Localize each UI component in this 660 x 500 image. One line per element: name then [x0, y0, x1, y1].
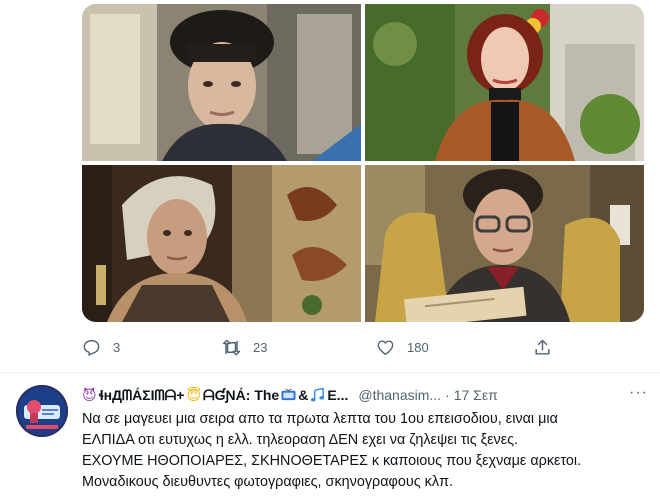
reply-count: 3 [113, 339, 121, 355]
photo-woman-glasses-reading[interactable] [365, 165, 644, 322]
separator-dot: · [445, 387, 450, 403]
reply-button[interactable]: 3 [82, 338, 120, 357]
more-options-button[interactable]: ··· [629, 384, 648, 402]
photo-woman-headscarf-interior[interactable] [82, 165, 361, 322]
television-icon [281, 388, 296, 401]
retweet-button[interactable]: 23 [222, 338, 267, 357]
display-name-part3: & [298, 387, 309, 403]
like-button[interactable]: 180 [376, 338, 429, 357]
tweet-actions-bar: 3 23 180 [82, 333, 644, 361]
photo-woman-brown-coat-garden[interactable] [365, 4, 644, 161]
tweet-text-line: Να σε μαγευει μια σειρα απο τα πρωτα λεπ… [82, 411, 558, 427]
retweet-count: 23 [253, 339, 268, 355]
photo-woman-dark-hair-portrait[interactable] [82, 4, 361, 161]
smiling-devil-icon: 😈 [82, 386, 97, 403]
musical-notes-icon [311, 388, 325, 402]
like-count: 180 [407, 339, 429, 355]
display-name-part4: E... [327, 387, 349, 403]
share-icon [535, 339, 550, 355]
avatar[interactable] [16, 385, 68, 437]
heart-icon [377, 339, 394, 355]
retweet-icon [222, 339, 241, 355]
tweet-text: Να σε μαγευει μια σειρα απο τα πρωτα λεπ… [82, 409, 652, 493]
tweet-text-line: ΕΛΠΙΔΑ οτι ευτυχως η ελλ. τηλεοραση ΔΕΝ … [82, 432, 519, 448]
reply-icon [83, 339, 100, 356]
tweet-text-line: Μοναδικους διευθυντες φωτογραφιες, σκηνο… [82, 474, 453, 490]
tweet-text-line: ΕΧΟΥΜΕ ΗΘΟΠΟΙΑΡΕΣ, ΣΚΗΝΟΘΕΤΑΡΕΣ κ καποιο… [82, 453, 582, 469]
display-name-part1: ɬнДᗰÁƩIᗰᗩ+ [98, 386, 185, 403]
halo-face-icon: 😇 [186, 386, 202, 403]
tweet-media-grid [82, 4, 644, 322]
tweet-divider [0, 372, 660, 373]
tweet-timestamp[interactable]: 17 Σεπ [454, 387, 498, 403]
display-name[interactable]: 😈 ɬнДᗰÁƩIᗰᗩ+ 😇 ᗩƓƝÁ: The & E... [82, 387, 348, 404]
user-handle[interactable]: @thanasim... [358, 387, 441, 403]
display-name-part2: ᗩƓƝÁ: The [203, 386, 280, 403]
share-button[interactable] [533, 338, 552, 357]
tweet-header: 😈 ɬнДᗰÁƩIᗰᗩ+ 😇 ᗩƓƝÁ: The & E... @thanasi… [82, 384, 648, 406]
